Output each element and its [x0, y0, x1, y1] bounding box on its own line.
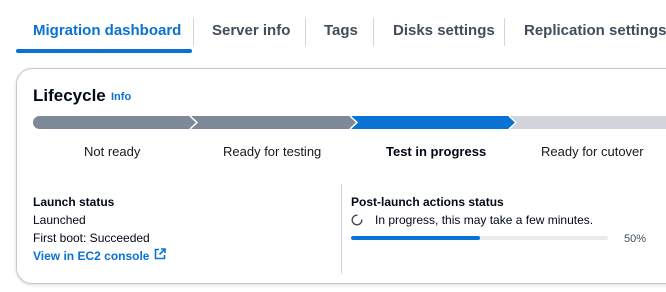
external-link-icon: [154, 248, 167, 263]
tab-divider: [193, 18, 194, 46]
view-in-ec2-console-link[interactable]: View in EC2 console: [33, 248, 167, 263]
lifecycle-segment-ready-for-testing: [191, 116, 361, 129]
lifecycle-segment-not-ready: [33, 116, 201, 129]
tab-migration-dashboard[interactable]: Migration dashboard: [33, 22, 181, 44]
info-link[interactable]: Info: [111, 91, 131, 103]
tab-divider: [504, 18, 505, 46]
first-boot-status: First boot: Succeeded: [33, 231, 150, 245]
post-launch-progress-bar: [351, 236, 608, 240]
step-label-ready-for-cutover: Ready for cutover: [541, 144, 644, 159]
view-in-ec2-console-label: View in EC2 console: [33, 248, 150, 263]
post-launch-status-message: In progress, this may take a few minutes…: [375, 213, 594, 227]
lifecycle-heading: Lifecycle: [33, 86, 106, 105]
step-label-ready-for-testing: Ready for testing: [223, 144, 322, 159]
lifecycle-segment-test-in-progress: [351, 116, 521, 129]
tab-replication-settings[interactable]: Replication settings: [524, 22, 666, 44]
tab-disks-settings[interactable]: Disks settings: [393, 22, 495, 44]
spinner-icon: [351, 213, 363, 226]
active-tab-indicator: [16, 49, 192, 53]
tab-divider: [373, 18, 374, 46]
tab-tags[interactable]: Tags: [324, 22, 358, 44]
tab-divider: [305, 18, 306, 46]
lifecycle-segment-ready-for-cutover: [510, 116, 666, 129]
launch-status-heading: Launch status: [33, 195, 115, 209]
step-label-not-ready: Not ready: [84, 144, 141, 159]
tab-server-info[interactable]: Server info: [212, 22, 290, 44]
lifecycle-progress-track: [33, 116, 666, 129]
step-label-test-in-progress: Test in progress: [386, 144, 487, 159]
post-launch-status-heading: Post-launch actions status: [351, 195, 504, 209]
post-launch-progress-fill: [351, 236, 480, 240]
column-divider: [341, 184, 342, 274]
launch-status-value: Launched: [33, 213, 86, 227]
post-launch-progress-percent: 50%: [624, 233, 647, 245]
tab-bar: Migration dashboard Server info Tags Dis…: [0, 0, 666, 53]
